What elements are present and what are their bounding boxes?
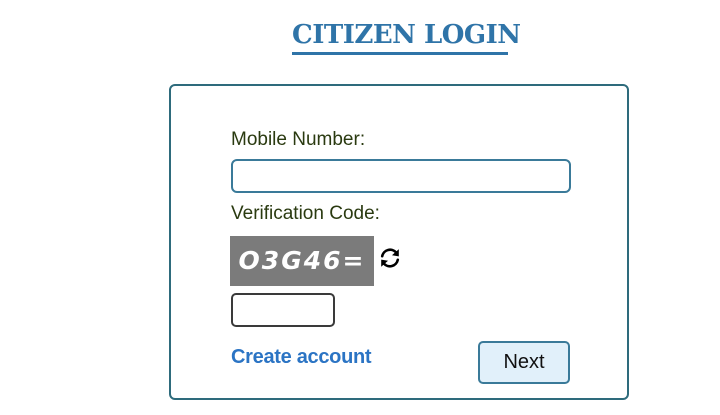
mobile-number-label: Mobile Number:: [231, 129, 366, 150]
mobile-number-input[interactable]: [231, 159, 571, 193]
next-button[interactable]: Next: [478, 341, 570, 384]
login-card: Mobile Number: Verification Code: O3G46=…: [169, 84, 629, 400]
captcha-text: O3G46=: [238, 246, 366, 275]
verification-code-label: Verification Code:: [231, 203, 380, 224]
captcha-image: O3G46=: [230, 236, 374, 286]
create-account-link[interactable]: Create account: [231, 344, 372, 370]
page-title: CITIZEN LOGIN: [292, 20, 521, 50]
refresh-icon[interactable]: [378, 246, 402, 270]
title-underline: [292, 52, 508, 55]
verification-code-input[interactable]: [231, 293, 335, 327]
refresh-icon-graphic: [380, 248, 400, 268]
